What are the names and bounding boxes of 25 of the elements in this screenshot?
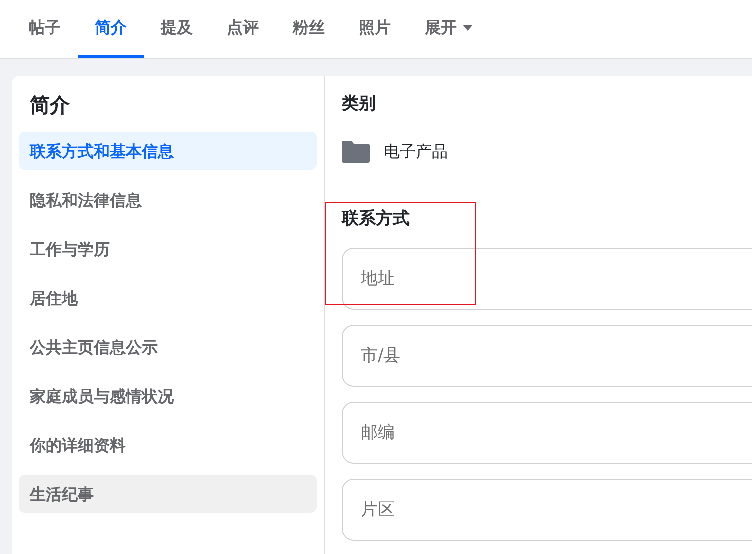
sidebar-item[interactable]: 工作与学历 — [19, 230, 317, 268]
tab[interactable]: 提及 — [144, 0, 210, 58]
input-field[interactable]: 邮编 — [342, 402, 752, 464]
tab[interactable]: 简介 — [78, 0, 144, 58]
tab[interactable]: 照片 — [342, 0, 408, 58]
input-field[interactable]: 市/县 — [342, 325, 752, 387]
input-field[interactable]: 片区 — [342, 479, 752, 541]
sidebar-title: 简介 — [30, 92, 71, 119]
sidebar-item[interactable]: 生活纪事 — [19, 475, 317, 513]
category-value: 电子产品 — [384, 140, 448, 162]
tab[interactable]: 帖子 — [12, 0, 78, 58]
sidebar-item[interactable]: 隐私和法律信息 — [19, 181, 317, 219]
sidebar-item[interactable]: 居住地 — [19, 279, 317, 317]
input-field[interactable]: 地址 — [342, 248, 752, 310]
tab[interactable]: 点评 — [210, 0, 276, 58]
caret-icon — [463, 24, 473, 30]
sidebar-item[interactable]: 家庭成员与感情状况 — [19, 377, 317, 415]
sidebar-item[interactable]: 联系方式和基本信息 — [19, 132, 317, 170]
more-tab[interactable]: 展开 — [408, 0, 490, 58]
section-heading: 类别 — [342, 93, 377, 116]
tab[interactable]: 粉丝 — [276, 0, 342, 58]
section-heading: 联系方式 — [342, 208, 411, 230]
sidebar-item[interactable]: 公共主页信息公示 — [19, 328, 317, 366]
folder-icon — [342, 140, 370, 162]
sidebar-item[interactable]: 你的详细资料 — [19, 426, 317, 464]
